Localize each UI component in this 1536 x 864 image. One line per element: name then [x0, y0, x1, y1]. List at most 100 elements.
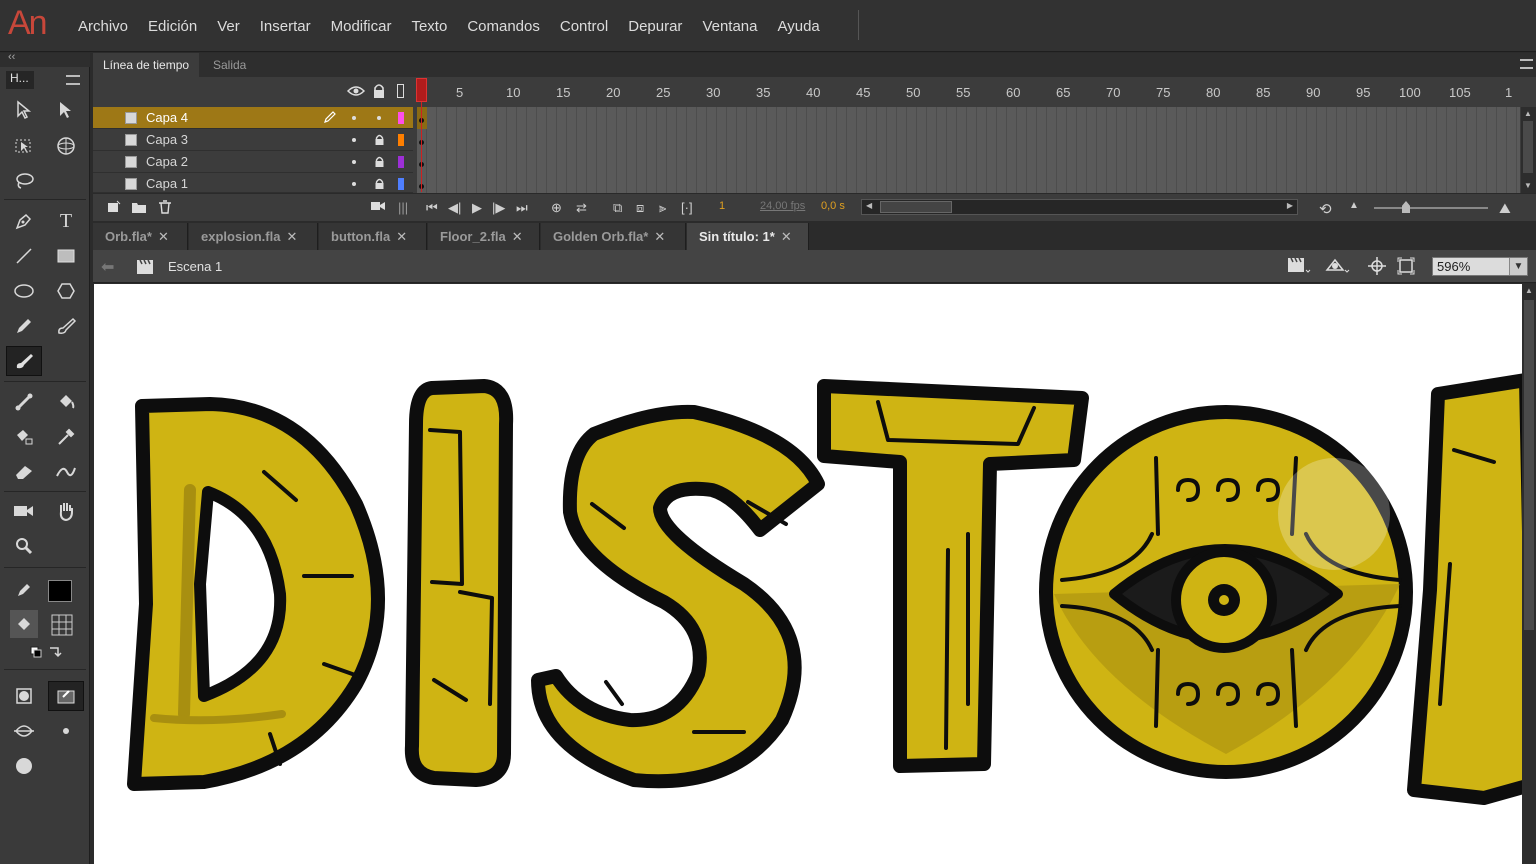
stroke-color-swatch[interactable] [48, 580, 72, 602]
tab-linea-de-tiempo[interactable]: Línea de tiempo [93, 53, 200, 77]
scroll-up-icon[interactable]: ▲ [1525, 286, 1533, 295]
playhead-handle[interactable] [416, 78, 427, 102]
menu-archivo[interactable]: Archivo [68, 18, 138, 35]
close-icon[interactable]: ✕ [781, 229, 792, 244]
layer-row[interactable]: Capa 3 [93, 129, 413, 151]
timeline-zoom-slider[interactable] [1374, 207, 1488, 209]
width-icon[interactable] [48, 457, 84, 487]
stroke-color-icon[interactable] [6, 575, 42, 605]
layer-color-swatch[interactable] [398, 156, 404, 168]
doc-tab-active[interactable]: Sin título: 1* ✕ [687, 223, 809, 250]
scroll-thumb[interactable] [1523, 121, 1533, 173]
layer-color-swatch[interactable] [398, 134, 404, 146]
object-drawing-icon[interactable] [6, 681, 42, 711]
playhead[interactable] [416, 78, 427, 193]
layer-row[interactable]: Capa 2 [93, 151, 413, 173]
edit-scene-icon[interactable] [1287, 256, 1311, 279]
scroll-thumb[interactable] [1524, 300, 1534, 630]
onion-skin-outlines-icon[interactable]: ⧉ [613, 200, 622, 216]
doc-tab[interactable]: Orb.fla* ✕ [93, 223, 188, 250]
ink-bottle-icon[interactable] [6, 422, 42, 452]
layer-color-swatch[interactable] [398, 178, 404, 190]
go-to-last-icon[interactable]: ⏭ [516, 200, 528, 216]
menu-control[interactable]: Control [550, 18, 618, 35]
free-transform-icon[interactable] [6, 131, 42, 161]
brush-size-icon[interactable] [48, 716, 84, 746]
expand-timeline-icon[interactable]: ⛰ [1499, 200, 1511, 217]
eraser-icon[interactable] [6, 457, 42, 487]
play-icon[interactable]: ▶ [472, 200, 482, 216]
brush-icon[interactable] [6, 346, 42, 376]
line-icon[interactable] [6, 241, 42, 271]
scroll-left-icon[interactable]: ◀ [866, 201, 872, 210]
camera-icon[interactable] [370, 200, 386, 215]
lock-icon[interactable] [374, 134, 384, 145]
paint-brush-icon[interactable] [48, 311, 84, 341]
edit-symbols-icon[interactable] [1325, 256, 1351, 279]
doc-tab[interactable]: button.fla ✕ [319, 223, 427, 250]
collapse-timeline-icon[interactable]: ▲ [1349, 200, 1359, 211]
modify-markers-icon[interactable]: ⫸ [659, 200, 666, 216]
menu-insertar[interactable]: Insertar [250, 18, 321, 35]
bone-icon[interactable] [6, 387, 42, 417]
swap-colors-icon[interactable] [26, 641, 66, 663]
lock-icon[interactable] [372, 83, 386, 104]
frame-markers-icon[interactable]: [·] [681, 200, 693, 215]
step-back-icon[interactable]: ◀| [448, 200, 461, 216]
smoothing-icon[interactable] [6, 716, 42, 746]
zoom-value[interactable]: 596% [1437, 259, 1470, 274]
loop-icon[interactable]: ⊕ [551, 200, 562, 216]
zoom-slider-handle[interactable] [1402, 201, 1410, 213]
lasso-icon[interactable] [6, 166, 42, 196]
go-to-first-icon[interactable]: ⏮ [426, 200, 438, 216]
menu-edicion[interactable]: Edición [138, 18, 207, 35]
camera-icon[interactable] [6, 496, 42, 526]
scroll-thumb[interactable] [880, 201, 952, 213]
center-stage-icon[interactable] [1368, 257, 1386, 280]
panel-menu-icon[interactable] [66, 75, 80, 85]
eye-icon[interactable] [346, 84, 366, 103]
back-arrow-icon[interactable]: ⬅ [101, 257, 114, 277]
eyedropper-icon[interactable] [48, 422, 84, 452]
hand-icon[interactable] [48, 496, 84, 526]
frame-grid[interactable] [417, 107, 1520, 193]
scroll-up-icon[interactable]: ▲ [1524, 109, 1532, 118]
visibility-dot[interactable] [352, 116, 356, 120]
doc-tab[interactable]: Floor_2.fla ✕ [428, 223, 540, 250]
scroll-down-icon[interactable]: ▼ [1524, 181, 1532, 190]
close-icon[interactable]: ✕ [512, 229, 523, 244]
visibility-dot[interactable] [352, 182, 356, 186]
scene-name[interactable]: Escena 1 [168, 259, 222, 274]
current-frame-display[interactable]: 1 [719, 200, 725, 212]
fill-none-swatch[interactable] [44, 610, 80, 640]
new-layer-icon[interactable] [107, 200, 121, 217]
paint-bucket-icon[interactable] [48, 387, 84, 417]
panel-menu-icon[interactable] [1520, 59, 1533, 69]
timeline-vscrollbar[interactable]: ▲ ▼ [1521, 107, 1536, 193]
doc-tab[interactable]: Golden Orb.fla* ✕ [541, 223, 686, 250]
delete-icon[interactable] [158, 200, 172, 217]
stage-vscrollbar[interactable]: ▲ [1522, 284, 1536, 864]
layer-row[interactable]: Capa 1 [93, 173, 413, 193]
menu-comandos[interactable]: Comandos [457, 18, 550, 35]
menu-ventana[interactable]: Ventana [692, 18, 767, 35]
menu-modificar[interactable]: Modificar [321, 18, 402, 35]
menu-ayuda[interactable]: Ayuda [768, 18, 830, 35]
stage-canvas[interactable] [94, 284, 1522, 864]
scroll-right-icon[interactable]: ▶ [1287, 201, 1293, 210]
menu-ver[interactable]: Ver [207, 18, 250, 35]
onion-skin-icon[interactable]: ⇄ [576, 200, 587, 216]
text-icon[interactable]: T [48, 206, 84, 236]
menu-texto[interactable]: Texto [401, 18, 457, 35]
close-icon[interactable]: ✕ [654, 229, 665, 244]
selection-icon[interactable] [6, 95, 42, 125]
tab-salida[interactable]: Salida [203, 53, 256, 77]
pencil-icon[interactable] [6, 311, 42, 341]
loop-playback-icon[interactable]: ⟲ [1319, 200, 1332, 218]
close-icon[interactable]: ✕ [158, 229, 169, 244]
close-icon[interactable]: ✕ [286, 229, 297, 244]
lock-icon[interactable] [374, 178, 384, 189]
chevron-down-icon[interactable]: ▼ [1509, 258, 1527, 275]
lock-dot[interactable] [377, 116, 381, 120]
fill-color-icon[interactable] [10, 610, 38, 638]
